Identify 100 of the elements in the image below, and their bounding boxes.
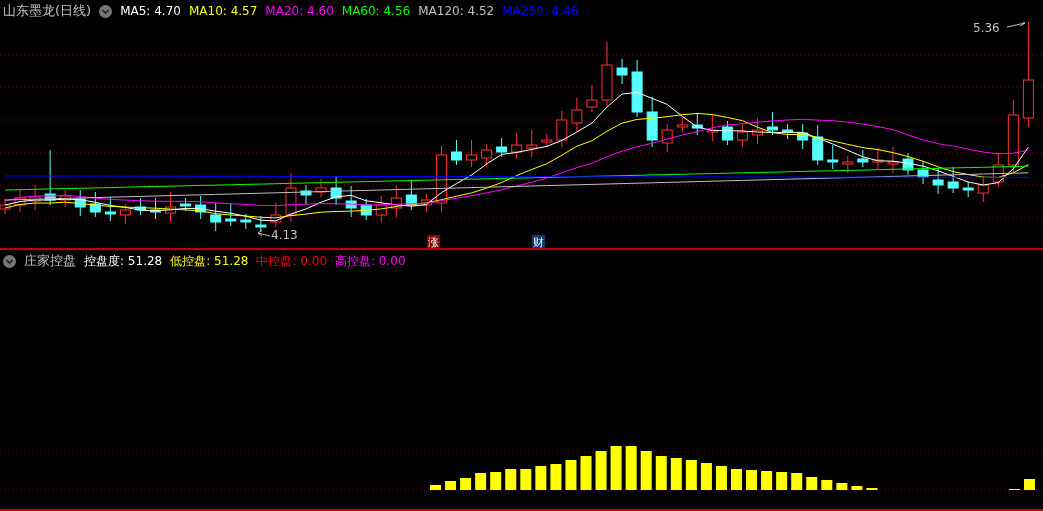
event-marker[interactable]: 财 — [532, 235, 545, 248]
arrow-icon — [1006, 22, 1026, 28]
candlestick — [676, 115, 688, 133]
candlestick — [435, 145, 447, 213]
candlestick — [812, 124, 824, 166]
candlestick — [631, 59, 643, 118]
bar — [610, 446, 622, 490]
candlestick — [481, 143, 493, 168]
bar — [580, 456, 592, 490]
candlestick — [827, 144, 839, 170]
candlestick — [857, 149, 869, 168]
candlestick — [767, 111, 779, 136]
bar — [430, 485, 441, 490]
event-marker[interactable]: 涨 — [427, 235, 440, 248]
candlestick — [330, 175, 342, 206]
candlestick — [89, 191, 101, 218]
candlestick — [150, 197, 161, 220]
candlestick — [977, 175, 989, 203]
candlestick — [797, 123, 809, 150]
candlestick — [586, 84, 598, 113]
bar — [806, 477, 818, 490]
candlestick — [646, 96, 658, 148]
high-price-label: 5.36 — [973, 22, 1000, 35]
bar — [1024, 479, 1035, 490]
bar — [640, 451, 652, 490]
candlestick — [752, 117, 763, 145]
bar — [746, 470, 758, 490]
moving-average-value: MA10: 4.57 — [188, 4, 258, 18]
candlestick — [992, 152, 1004, 188]
candlestick — [270, 202, 282, 228]
candlestick — [315, 178, 327, 198]
indicator-value: 低控盘: 51.28 — [170, 252, 249, 270]
bar — [776, 472, 788, 490]
candlestick — [661, 123, 673, 153]
bar — [836, 483, 848, 490]
low-price-label: 4.13 — [271, 228, 298, 242]
candlestick — [932, 167, 944, 195]
candlestick — [119, 203, 131, 225]
moving-average-value: MA60: 4.56 — [341, 4, 411, 18]
candlestick — [842, 155, 854, 174]
chevron-down-icon[interactable] — [99, 4, 113, 18]
bar — [520, 469, 532, 490]
candlestick — [375, 195, 387, 223]
moving-average-value: MA5: 4.70 — [120, 4, 181, 18]
moving-average-value: MA120: 4.52 — [418, 4, 495, 18]
moving-average-value: MA250: 4.46 — [502, 4, 579, 18]
candlestick — [44, 149, 56, 206]
candlestick — [556, 110, 568, 148]
bar — [490, 472, 502, 490]
candlestick — [420, 193, 432, 213]
bar — [761, 471, 773, 490]
bar — [565, 460, 577, 490]
bar — [821, 480, 833, 490]
arrow-icon — [257, 229, 271, 237]
candlestick — [360, 198, 372, 221]
candlestick — [405, 179, 417, 211]
bar — [625, 446, 637, 490]
candlestick — [29, 184, 41, 211]
bar — [535, 466, 547, 490]
candlestick — [134, 197, 146, 216]
bar — [505, 469, 517, 490]
bar — [655, 456, 667, 490]
candlestick — [466, 139, 478, 168]
indicator-value: 中控盘: 0.00 — [256, 252, 327, 270]
bar — [851, 486, 863, 490]
candlestick — [616, 58, 628, 85]
candlestick — [902, 152, 914, 176]
indicator-title: 庄家控盘 — [24, 252, 76, 270]
bar — [700, 463, 712, 490]
bar — [595, 451, 607, 490]
candlestick — [225, 203, 237, 227]
candlestick — [571, 97, 583, 133]
candlestick — [691, 112, 703, 136]
candlestick — [14, 188, 26, 213]
candlestick — [390, 185, 402, 218]
candlestick — [721, 120, 733, 146]
bar — [670, 458, 682, 490]
chevron-down-icon[interactable] — [3, 254, 16, 268]
candlestick — [210, 202, 222, 232]
bar — [460, 478, 472, 490]
candlestick — [541, 133, 553, 148]
candlestick — [255, 215, 267, 233]
candlestick — [496, 137, 508, 158]
candlestick — [59, 189, 71, 208]
stock-title: 山东墨龙(日线) — [3, 2, 92, 20]
candlestick — [872, 147, 884, 170]
bar — [685, 460, 697, 490]
candlestick — [962, 181, 974, 198]
candlestick — [195, 195, 207, 220]
bar — [475, 473, 487, 490]
candlestick — [736, 122, 748, 148]
candlestick — [104, 196, 116, 222]
candlestick — [601, 41, 613, 108]
candlestick — [165, 191, 177, 223]
indicator-value: 控盘度: 51.28 — [84, 252, 163, 270]
moving-average-value: MA20: 4.60 — [265, 4, 334, 18]
candlestick — [706, 114, 718, 142]
candlestick — [526, 129, 538, 158]
candlestick — [300, 184, 312, 205]
bar — [715, 466, 727, 490]
